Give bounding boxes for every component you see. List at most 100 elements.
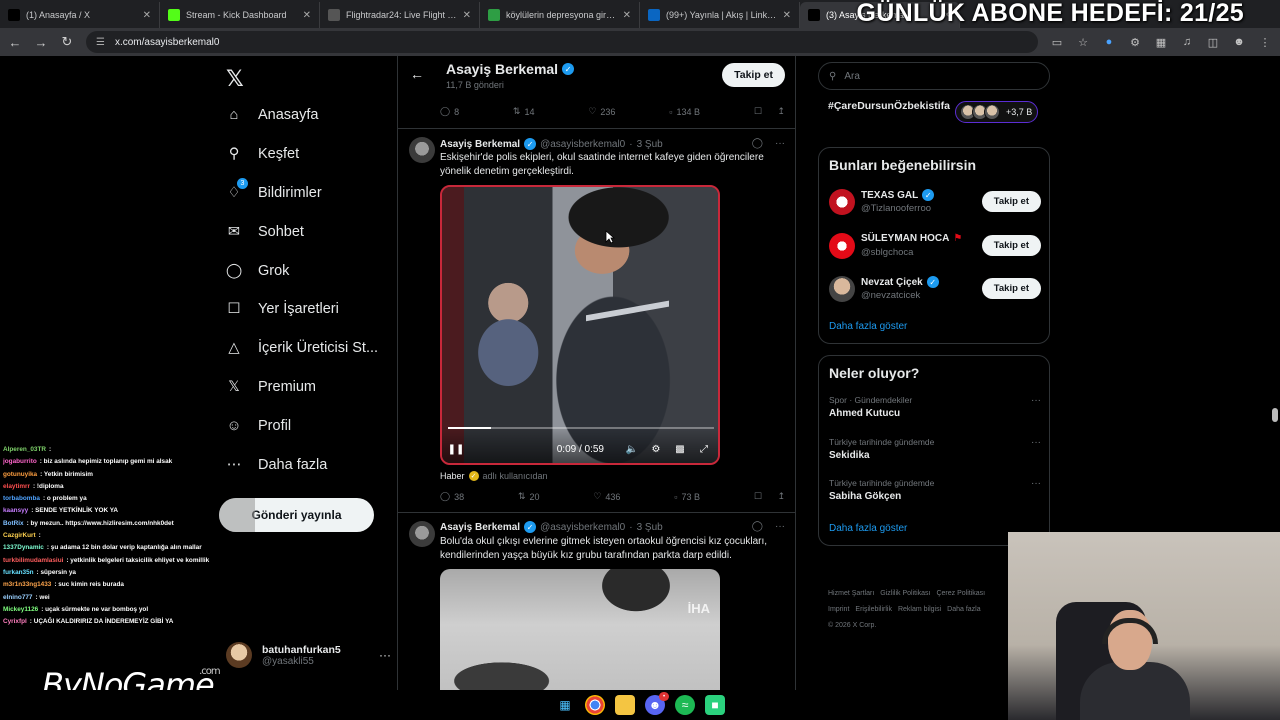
tweet[interactable]: Asayiş Berkemal ✓ @asayisberkemal0 · 3 Ş… bbox=[398, 513, 795, 720]
back-arrow-icon[interactable]: ← bbox=[410, 66, 424, 82]
browser-tab[interactable]: köylülerin depresyona girmeme... ✕ bbox=[480, 2, 640, 28]
close-icon[interactable]: ✕ bbox=[303, 10, 311, 21]
footer-link[interactable]: © 2026 X Corp. bbox=[828, 622, 876, 629]
suggestion-item[interactable]: SÜLEYMAN HOCA ⚑ @sblgchoca Takip et bbox=[829, 231, 1041, 261]
follow-button[interactable]: Takip et bbox=[722, 63, 785, 87]
footer-link[interactable]: Daha fazla bbox=[947, 606, 980, 613]
grok-icon[interactable]: ◯ bbox=[752, 521, 763, 532]
tweet-author-handle[interactable]: @asayisberkemal0 bbox=[540, 522, 625, 533]
nav-item[interactable]: ☺ Profil bbox=[224, 406, 394, 445]
footer-link[interactable]: Erişilebilirlik bbox=[855, 606, 892, 613]
views-action[interactable]: ▫ 134 B bbox=[669, 107, 700, 117]
menu-dots-icon[interactable]: ⋮ bbox=[1258, 36, 1272, 49]
share-icon[interactable]: ↥ bbox=[777, 106, 785, 117]
site-info-icon[interactable]: ☰ bbox=[96, 37, 105, 48]
reply-action[interactable]: ◯ 8 bbox=[440, 106, 459, 117]
trend-item[interactable]: Türkiye tarihinde gündemde Sekidika ··· bbox=[829, 437, 1041, 461]
repost-action[interactable]: ⇅ 14 bbox=[513, 106, 535, 117]
footer-link[interactable]: Gizlilik Politikası bbox=[880, 590, 930, 597]
nav-item[interactable]: ⋯ Daha fazla bbox=[224, 445, 394, 484]
browser-tab[interactable]: (1) Anasayfa / X ✕ bbox=[0, 2, 160, 28]
more-dots-icon[interactable]: ··· bbox=[379, 648, 391, 662]
chrome-icon[interactable] bbox=[585, 695, 605, 715]
panel-icon[interactable]: ◫ bbox=[1206, 36, 1220, 49]
nav-item[interactable]: ◯ Grok bbox=[224, 251, 394, 290]
extension-icon[interactable]: ● bbox=[1102, 36, 1116, 48]
nav-item[interactable]: 𝕏 Premium bbox=[224, 368, 394, 407]
more-dots-icon[interactable]: ··· bbox=[1031, 395, 1041, 406]
file-explorer-icon[interactable] bbox=[615, 695, 635, 715]
follow-button[interactable]: Takip et bbox=[981, 191, 1041, 212]
forward-arrow-icon[interactable]: → bbox=[34, 35, 48, 50]
reply-action[interactable]: ◯ 38 bbox=[440, 491, 464, 502]
tweet-media[interactable]: İHA bbox=[440, 569, 720, 709]
trend-item[interactable]: Türkiye tarihinde gündemde Sabiha Gökçen ·… bbox=[829, 478, 1041, 502]
nav-item[interactable]: ✉ Sohbet bbox=[224, 212, 394, 251]
suggestion-name[interactable]: TEXAS GAL ✓ bbox=[861, 189, 935, 201]
tweet[interactable]: Asayiş Berkemal ✓ @asayisberkemal0 · 3 Ş… bbox=[398, 129, 795, 512]
grok-icon[interactable]: ◯ bbox=[752, 138, 763, 149]
discord-icon[interactable]: ☻ • bbox=[645, 692, 669, 715]
avatar[interactable] bbox=[829, 276, 855, 302]
tweet-date[interactable]: 3 Şub bbox=[637, 139, 663, 150]
like-action[interactable]: ♡ 236 bbox=[588, 106, 615, 117]
show-more-link[interactable]: Daha fazla göster bbox=[829, 523, 907, 534]
suggestion-item[interactable]: Nevzat Çiçek ✓ @nevzatcicek Takip et bbox=[829, 274, 1041, 304]
close-icon[interactable]: ✕ bbox=[623, 10, 631, 21]
picture-in-picture-icon[interactable]: ▩ bbox=[674, 443, 686, 455]
reload-icon[interactable]: ↻ bbox=[60, 34, 74, 50]
follow-button[interactable]: Takip et bbox=[981, 234, 1041, 256]
more-dots-icon[interactable]: ··· bbox=[775, 521, 785, 532]
trend-avatars[interactable]: +3,7 B bbox=[955, 101, 1038, 123]
media-icon[interactable]: ♫ bbox=[1180, 36, 1194, 48]
pause-icon[interactable]: ❚❚ bbox=[448, 443, 465, 455]
trending-hashtag[interactable]: #ÇareDursunÖzbekistifa bbox=[828, 100, 950, 113]
x-logo-icon[interactable]: 𝕏 bbox=[226, 66, 244, 92]
views-action[interactable]: ▫ 73 B bbox=[674, 492, 700, 502]
account-switcher[interactable]: batuhanfurkan5 @yasakli55 ··· bbox=[226, 642, 391, 668]
app-icon[interactable]: ■ bbox=[705, 695, 725, 715]
bookmark-icon[interactable]: ☐ bbox=[754, 491, 762, 502]
trend-item[interactable]: Spor · Gündemdekiler Ahmed Kutucu ··· bbox=[829, 395, 1041, 419]
share-icon[interactable]: ↥ bbox=[777, 491, 785, 502]
search-input[interactable]: ⚲ Ara bbox=[818, 62, 1050, 90]
tweet-author-name[interactable]: Asayiş Berkemal bbox=[440, 139, 520, 150]
fullscreen-icon[interactable]: ⤢ bbox=[698, 443, 710, 455]
close-icon[interactable]: ✕ bbox=[463, 10, 471, 21]
more-dots-icon[interactable]: ··· bbox=[1031, 478, 1041, 489]
windows-start-icon[interactable]: ▦ bbox=[555, 695, 575, 715]
nav-item[interactable]: ♢ 3 Bildirimler bbox=[224, 174, 394, 213]
gear-extension-icon[interactable]: ⚙ bbox=[1128, 36, 1142, 49]
avatar[interactable] bbox=[829, 189, 855, 215]
tweet-author-name[interactable]: Asayiş Berkemal bbox=[440, 522, 520, 533]
suggestion-name[interactable]: SÜLEYMAN HOCA ⚑ bbox=[861, 233, 962, 244]
video-progress-bar[interactable] bbox=[448, 427, 714, 429]
footer-link[interactable]: Reklam bilgisi bbox=[898, 606, 941, 613]
nav-item[interactable]: ☐ Yer İşaretleri bbox=[224, 290, 394, 329]
browser-tab[interactable]: Stream - Kick Dashboard ✕ bbox=[160, 2, 320, 28]
profile-avatar-icon[interactable]: ☻ bbox=[1232, 36, 1246, 48]
avatar[interactable] bbox=[829, 232, 855, 259]
footer-link[interactable]: Hizmet Şartları bbox=[828, 590, 874, 597]
puzzle-icon[interactable]: ▦ bbox=[1154, 36, 1168, 49]
bookmark-icon[interactable]: ☐ bbox=[754, 106, 762, 117]
back-arrow-icon[interactable]: ← bbox=[8, 35, 22, 50]
more-dots-icon[interactable]: ··· bbox=[775, 138, 785, 149]
avatar[interactable] bbox=[409, 137, 435, 163]
bookmark-star-icon[interactable]: ☆ bbox=[1076, 36, 1090, 49]
suggestion-item[interactable]: TEXAS GAL ✓ @Tizlanooferroo Takip et bbox=[829, 187, 1041, 217]
tweet-author-handle[interactable]: @asayisberkemal0 bbox=[540, 139, 625, 150]
suggestion-name[interactable]: Nevzat Çiçek ✓ bbox=[861, 276, 939, 288]
close-icon[interactable]: ✕ bbox=[143, 10, 151, 21]
follow-button[interactable]: Takip et bbox=[981, 278, 1041, 299]
scrollbar-thumb[interactable] bbox=[1272, 408, 1278, 422]
footer-link[interactable]: Imprint bbox=[828, 606, 849, 613]
repost-action[interactable]: ⇅ 20 bbox=[518, 491, 540, 502]
video-player[interactable]: ❚❚ 0:09 / 0:59 🔈 ⚙ ▩ ⤢ bbox=[440, 185, 720, 465]
footer-link[interactable]: Çerez Politikası bbox=[936, 590, 985, 597]
nav-item[interactable]: ⌂ Anasayfa bbox=[224, 96, 394, 135]
avatar[interactable] bbox=[409, 521, 435, 547]
source-account[interactable]: Haber bbox=[440, 471, 465, 481]
more-dots-icon[interactable]: ··· bbox=[1031, 437, 1041, 448]
volume-muted-icon[interactable]: 🔈 bbox=[626, 443, 638, 455]
